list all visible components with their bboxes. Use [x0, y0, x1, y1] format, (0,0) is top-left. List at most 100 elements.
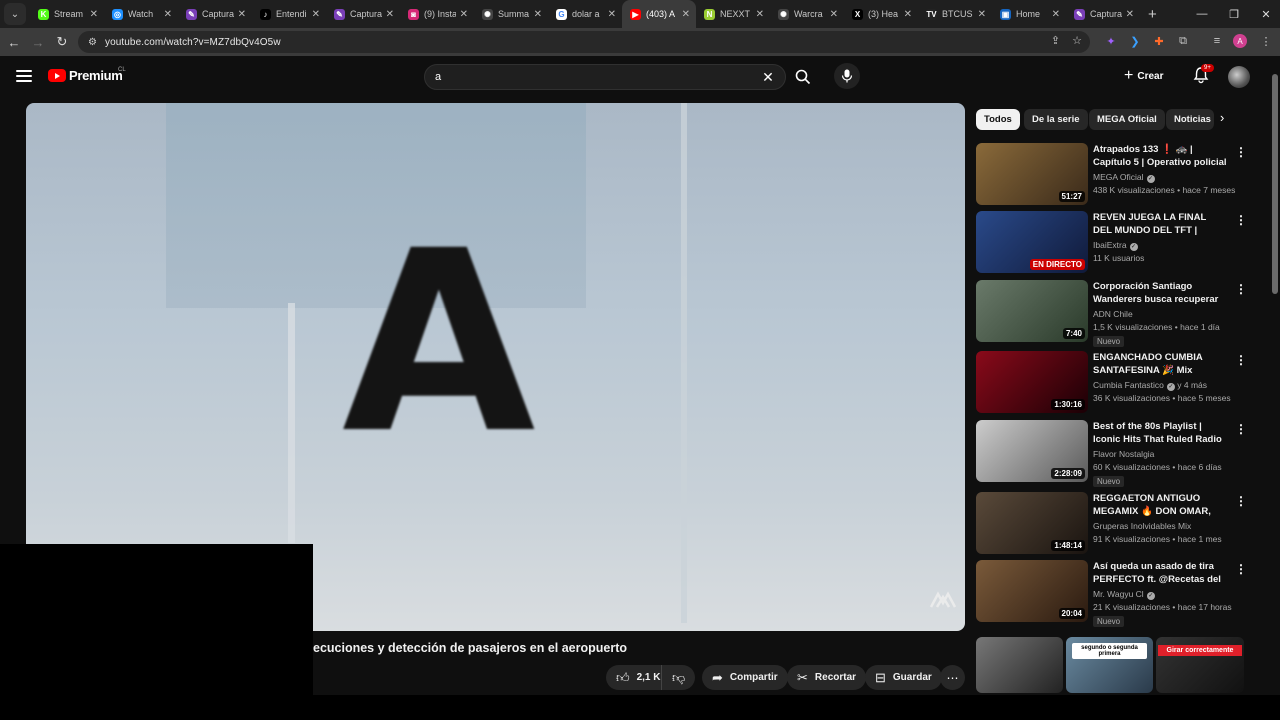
bookmark-star-icon[interactable]: ☆ — [1072, 34, 1082, 47]
chip-todos[interactable]: Todos — [976, 109, 1020, 130]
recommended-video[interactable]: 1:48:14 REGGAETON ANTIGUO MEGAMIX 🔥 DON O… — [976, 492, 1247, 554]
browser-tab[interactable]: K Stream ✕ — [30, 0, 104, 28]
tab-close-icon[interactable]: ✕ — [90, 9, 98, 20]
browser-tab[interactable]: ◙ (9) Insta ✕ — [400, 0, 474, 28]
browser-tab[interactable]: ♪ Entendi ✕ — [252, 0, 326, 28]
shorts-thumbnail[interactable]: segundo o segunda primera — [1066, 637, 1153, 693]
video-title[interactable]: Atrapados 133 ❗ 🚓 | Capítulo 5 | Operati… — [1093, 143, 1227, 169]
account-avatar[interactable] — [1228, 66, 1250, 88]
browser-tab[interactable]: ✺ Warcra ✕ — [770, 0, 844, 28]
chip-de-la-serie[interactable]: De la serie — [1024, 109, 1088, 130]
tab-close-icon[interactable]: ✕ — [608, 9, 616, 20]
browser-menu-icon[interactable]: ⋮ — [1257, 32, 1275, 50]
voice-search-button[interactable] — [834, 63, 860, 89]
tab-close-icon[interactable]: ✕ — [312, 9, 320, 20]
url-field[interactable]: ⚙ youtube.com/watch?v=MZ7dbQv4O5w ⇪ ☆ — [78, 31, 1090, 53]
search-input[interactable]: a ✕ — [424, 64, 786, 90]
more-options-icon[interactable]: ⋮ — [1235, 145, 1247, 159]
tab-close-icon[interactable]: ✕ — [238, 9, 246, 20]
reading-list-icon[interactable]: ≡ — [1208, 32, 1226, 50]
shorts-thumbnail[interactable] — [976, 637, 1063, 693]
video-thumbnail[interactable]: 20:04 — [976, 560, 1088, 622]
recommended-video[interactable]: EN DIRECTO REVEN JUEGA LA FINAL DEL MUNDO… — [976, 211, 1247, 273]
video-title[interactable]: ENGANCHADO CUMBIA SANTAFESINA 🎉 Mix Fies… — [1093, 351, 1227, 377]
chevron-right-icon[interactable]: › — [1220, 110, 1224, 125]
tab-close-icon[interactable]: ✕ — [1126, 9, 1134, 20]
site-info-icon[interactable]: ⚙ — [88, 37, 97, 48]
restore-icon[interactable]: ❐ — [1218, 0, 1250, 28]
channel-name[interactable]: IbaiExtra ✓ — [1093, 240, 1138, 251]
more-options-icon[interactable]: ⋮ — [1235, 494, 1247, 508]
dislike-button[interactable]: 👎︎ — [661, 665, 696, 690]
extension-icon[interactable]: ❯ — [1126, 32, 1144, 50]
tab-close-icon[interactable]: ✕ — [830, 9, 838, 20]
clear-search-icon[interactable]: ✕ — [755, 69, 781, 86]
tab-close-icon[interactable]: ✕ — [978, 9, 986, 20]
video-thumbnail[interactable]: 7:40 — [976, 280, 1088, 342]
browser-tab[interactable]: N NEXXT ✕ — [696, 0, 770, 28]
more-options-icon[interactable]: ⋮ — [1235, 353, 1247, 367]
video-title[interactable]: Corporación Santiago Wanderers busca rec… — [1093, 280, 1227, 306]
close-window-icon[interactable]: ✕ — [1250, 0, 1280, 28]
browser-tab[interactable]: ◎ Watch ✕ — [104, 0, 178, 28]
browser-tab[interactable]: X (3) Hea ✕ — [844, 0, 918, 28]
tab-close-icon[interactable]: ✕ — [1052, 9, 1060, 20]
tab-close-icon[interactable]: ✕ — [460, 9, 468, 20]
tab-search-button[interactable]: ⌄ — [4, 3, 26, 25]
channel-name[interactable]: Mr. Wagyu Cl ✓ — [1093, 589, 1155, 600]
more-options-icon[interactable]: ⋮ — [1235, 562, 1247, 576]
channel-name[interactable]: Flavor Nostalgia — [1093, 449, 1154, 459]
extension-icon[interactable]: ✦ — [1102, 32, 1120, 50]
video-thumbnail[interactable]: 2:28:09 — [976, 420, 1088, 482]
new-tab-button[interactable]: + — [1148, 6, 1157, 23]
tab-close-icon[interactable]: ✕ — [386, 9, 394, 20]
recommended-video[interactable]: 7:40 Corporación Santiago Wanderers busca… — [976, 280, 1247, 347]
scrollbar-thumb[interactable] — [1272, 74, 1278, 294]
forward-icon[interactable]: → — [26, 30, 50, 54]
install-app-icon[interactable]: ⇪ — [1051, 34, 1060, 47]
browser-tab[interactable]: ✺ Summa ✕ — [474, 0, 548, 28]
recommended-video[interactable]: 2:28:09 Best of the 80s Playlist | Iconic… — [976, 420, 1247, 487]
channel-name[interactable]: ADN Chile — [1093, 309, 1133, 319]
video-title[interactable]: REVEN JUEGA LA FINAL DEL MUNDO DEL TFT |… — [1093, 211, 1227, 237]
more-actions-button[interactable]: ⋯ — [940, 665, 965, 690]
browser-tab[interactable]: ▶ (403) A ✕ — [622, 0, 696, 28]
tab-close-icon[interactable]: ✕ — [756, 9, 764, 20]
chip-noticias[interactable]: Noticias — [1166, 109, 1214, 130]
back-icon[interactable]: ← — [2, 30, 26, 54]
youtube-premium-logo[interactable]: Premium — [48, 68, 123, 83]
extensions-puzzle-icon[interactable]: ⧉ — [1174, 32, 1192, 50]
tab-close-icon[interactable]: ✕ — [904, 9, 912, 20]
browser-tab[interactable]: Gdolar a ✕ — [548, 0, 622, 28]
video-title[interactable]: REGGAETON ANTIGUO MEGAMIX 🔥 DON OMAR, DA… — [1093, 492, 1227, 518]
channel-name[interactable]: Gruperas Inolvidables Mix — [1093, 521, 1191, 531]
video-title[interactable]: Best of the 80s Playlist | Iconic Hits T… — [1093, 420, 1227, 446]
share-button[interactable]: ➦ Compartir — [702, 665, 788, 690]
like-button[interactable]: 👍︎ 2,1 K — [606, 665, 669, 690]
save-button[interactable]: ⊟ Guardar — [865, 665, 942, 690]
browser-tab[interactable]: ✎ Captura ✕ — [326, 0, 400, 28]
chip-mega-oficial[interactable]: MEGA Oficial — [1089, 109, 1165, 130]
channel-name[interactable]: Cumbia Fantastico ✓ y 4 más — [1093, 380, 1207, 391]
browser-tab[interactable]: ✎ Captura ✕ — [178, 0, 252, 28]
reload-icon[interactable]: ↻ — [50, 30, 74, 54]
browser-tab[interactable]: ▣ Home ✕ — [992, 0, 1066, 28]
tab-close-icon[interactable]: ✕ — [534, 9, 542, 20]
more-options-icon[interactable]: ⋮ — [1235, 213, 1247, 227]
page-scrollbar[interactable] — [1270, 60, 1280, 700]
shorts-thumbnail[interactable]: Girar correctamente — [1156, 637, 1244, 693]
recommended-video[interactable]: 1:30:16 ENGANCHADO CUMBIA SANTAFESINA 🎉 M… — [976, 351, 1247, 413]
clip-button[interactable]: ✂ Recortar — [787, 665, 867, 690]
create-button[interactable]: + Crear — [1124, 65, 1163, 87]
channel-name[interactable]: MEGA Oficial ✓ — [1093, 172, 1155, 183]
profile-avatar[interactable]: A — [1233, 34, 1247, 48]
tab-close-icon[interactable]: ✕ — [682, 9, 690, 20]
browser-tab[interactable]: TV BTCUS ✕ — [918, 0, 992, 28]
tab-close-icon[interactable]: ✕ — [164, 9, 172, 20]
video-thumbnail[interactable]: 1:48:14 — [976, 492, 1088, 554]
recommended-video[interactable]: 20:04 Así queda un asado de tira PERFECTO… — [976, 560, 1247, 627]
video-thumbnail[interactable]: EN DIRECTO — [976, 211, 1088, 273]
browser-tab[interactable]: ✎ Captura ✕ — [1066, 0, 1140, 28]
search-button[interactable] — [786, 64, 820, 90]
recommended-video[interactable]: 51:27 Atrapados 133 ❗ 🚓 | Capítulo 5 | Op… — [976, 143, 1247, 205]
